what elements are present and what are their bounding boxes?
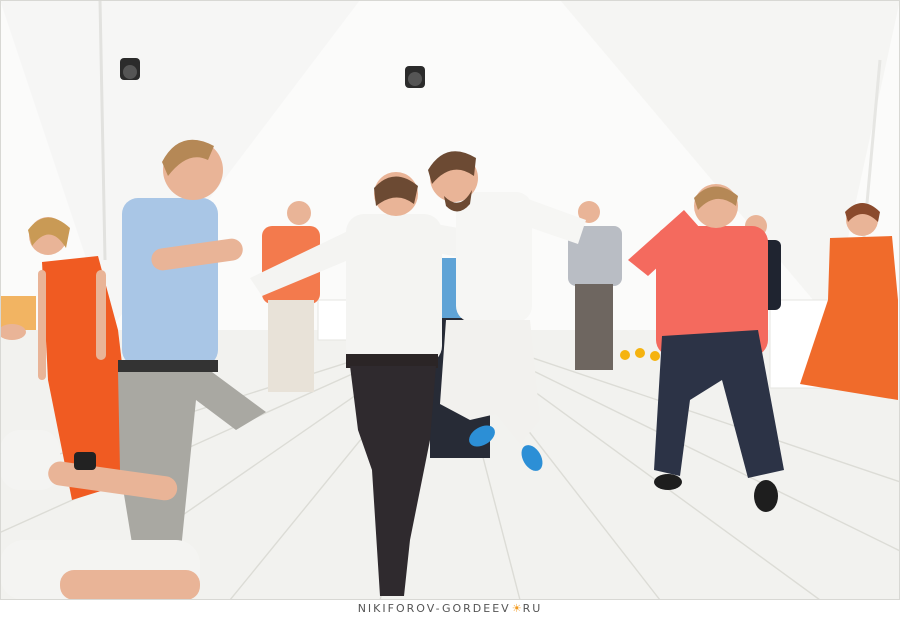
- watermark: NIKIFOROV-GORDEEV☀RU: [0, 600, 900, 617]
- watermark-domain: RU: [522, 602, 543, 615]
- flower: [650, 351, 660, 361]
- spotlight-icon: [405, 66, 425, 88]
- guest-orange-shirt: [262, 201, 320, 392]
- flower: [620, 350, 630, 360]
- party-photo: [0, 0, 900, 600]
- sun-icon: ☀: [511, 602, 522, 615]
- flower: [635, 348, 645, 358]
- photo-frame: [0, 0, 900, 600]
- spotlight-icon: [120, 58, 140, 80]
- watermark-text: NIKIFOROV-GORDEEV: [357, 602, 511, 615]
